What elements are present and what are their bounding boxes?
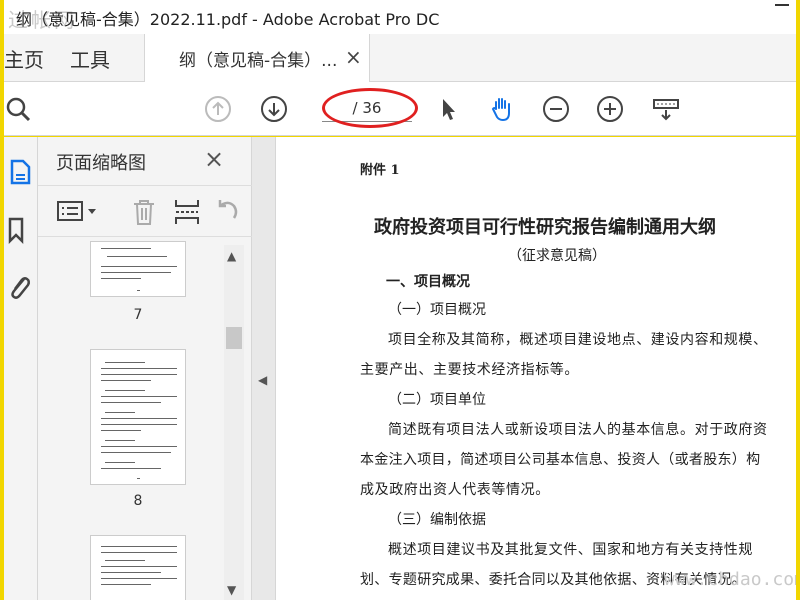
page-down-icon[interactable] bbox=[258, 93, 290, 125]
tab-home[interactable]: 主页 bbox=[4, 44, 44, 73]
document-subtitle: （征求意见稿） bbox=[508, 248, 606, 264]
delete-icon[interactable] bbox=[132, 198, 156, 230]
attachment-icon[interactable] bbox=[6, 271, 34, 301]
section-heading: 一、项目概况 bbox=[386, 274, 470, 290]
pdf-page: 附件 1 政府投资项目可行性研究报告编制通用大纲 （征求意见稿） 一、项目概况 … bbox=[276, 137, 796, 600]
attachment-label: 附件 1 bbox=[360, 163, 400, 178]
collapse-arrow-icon[interactable]: ◀ bbox=[258, 373, 267, 387]
page-thumbnails-icon[interactable] bbox=[6, 157, 34, 187]
close-panel-icon[interactable]: × bbox=[204, 145, 224, 173]
rotate-icon[interactable] bbox=[214, 198, 240, 230]
paragraph-line: 概述项目建议书及其批复文件、国家和地方有关支持性规 bbox=[388, 542, 753, 558]
watermark: www.chdao.com bbox=[664, 569, 796, 590]
tab-tools[interactable]: 工具 bbox=[70, 44, 110, 73]
toolbar: / 36 bbox=[4, 82, 796, 136]
subsection-heading: （二）项目单位 bbox=[388, 392, 486, 408]
thumbnail-panel: 页面缩略图 × 7 8 ▲ ▼ bbox=[38, 137, 252, 600]
select-cursor-icon[interactable] bbox=[432, 93, 464, 125]
document-view[interactable]: 附件 1 政府投资项目可行性研究报告编制通用大纲 （征求意见稿） 一、项目概况 … bbox=[276, 137, 796, 600]
paragraph-line: 简述既有项目法人或新设项目法人的基本信息。对于政府资 bbox=[388, 422, 768, 438]
thumbnail-page-9[interactable] bbox=[90, 535, 186, 600]
subsection-heading: （三）编制依据 bbox=[388, 512, 486, 528]
thumbnail-page-8[interactable] bbox=[90, 349, 186, 485]
scroll-down-icon[interactable]: ▼ bbox=[227, 583, 236, 597]
thumbnail-toolbar bbox=[38, 185, 252, 237]
minimize-button[interactable] bbox=[775, 4, 789, 6]
hand-tool-icon[interactable] bbox=[486, 93, 518, 125]
page-up-icon[interactable] bbox=[202, 93, 234, 125]
left-navigation bbox=[4, 137, 38, 600]
highlight-annotation bbox=[322, 88, 418, 128]
thumbnail-page-7[interactable] bbox=[90, 241, 186, 297]
thumbnail-list: 7 8 bbox=[38, 241, 228, 600]
fit-page-icon[interactable] bbox=[650, 93, 682, 125]
scroll-thumb[interactable] bbox=[226, 327, 242, 349]
zoom-in-icon[interactable] bbox=[594, 93, 626, 125]
document-tab-label: 纲（意见稿-合集）... bbox=[179, 51, 338, 71]
subsection-heading: （一）项目概况 bbox=[388, 302, 486, 318]
scroll-up-icon[interactable]: ▲ bbox=[227, 249, 236, 263]
menu-bar: 主页 工具 纲（意见稿-合集）... × bbox=[4, 34, 796, 82]
thumbnail-label: 8 bbox=[133, 493, 143, 509]
panel-title: 页面缩略图 bbox=[56, 153, 146, 174]
paragraph-line: 主要产出、主要技术经济指标等。 bbox=[360, 362, 579, 378]
thumbnail-label: 7 bbox=[133, 307, 143, 323]
extract-page-icon[interactable] bbox=[174, 198, 200, 230]
tab-document[interactable]: 纲（意见稿-合集）... × bbox=[144, 34, 370, 82]
window-title: 纲（意见稿-合集）2022.11.pdf - Adobe Acrobat Pro… bbox=[16, 10, 440, 29]
paragraph-line: 本金注入项目，简述项目公司基本信息、投资人（或者股东）构 bbox=[360, 452, 761, 468]
bookmark-icon[interactable] bbox=[6, 215, 34, 245]
paragraph-line: 项目全称及其简称，概述项目建设地点、建设内容和规模、 bbox=[388, 332, 768, 348]
options-menu-icon[interactable] bbox=[56, 200, 100, 228]
search-icon[interactable] bbox=[2, 93, 34, 125]
collapse-panel-bar[interactable]: ◀ bbox=[252, 137, 276, 600]
paragraph-line: 成及政府出资人代表等情况。 bbox=[360, 482, 550, 498]
document-title: 政府投资项目可行性研究报告编制通用大纲 bbox=[374, 217, 716, 238]
close-tab-icon[interactable]: × bbox=[345, 45, 362, 69]
title-bar: 过帐网 纲（意见稿-合集）2022.11.pdf - Adobe Acrobat… bbox=[4, 0, 796, 34]
thumbnail-scrollbar[interactable]: ▲ ▼ bbox=[224, 245, 244, 600]
zoom-out-icon[interactable] bbox=[540, 93, 572, 125]
